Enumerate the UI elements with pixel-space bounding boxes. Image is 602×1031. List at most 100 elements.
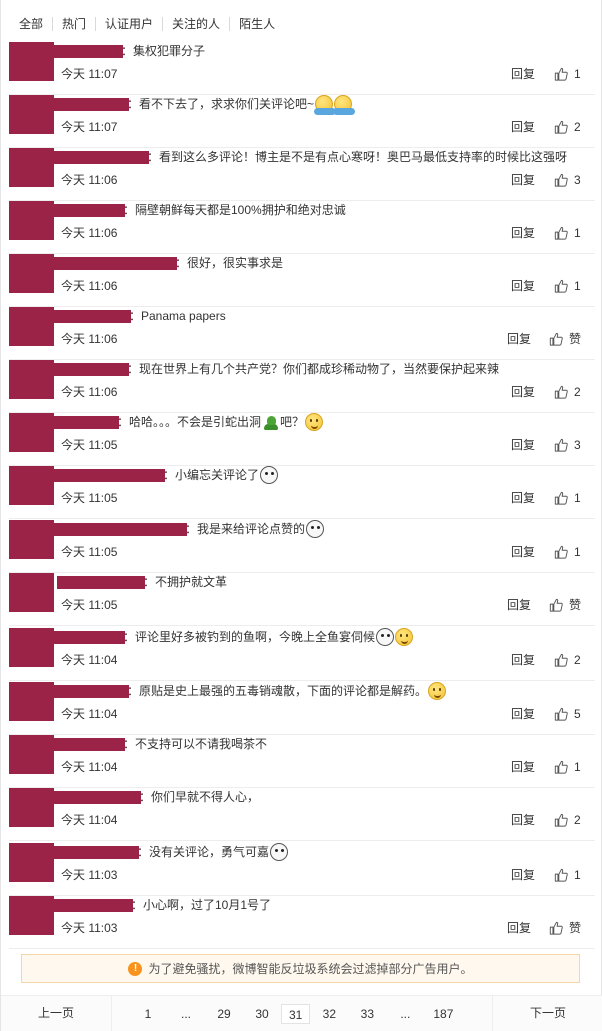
like-button[interactable]: 3 <box>554 172 581 188</box>
username-redacted[interactable] <box>53 685 129 698</box>
like-button[interactable]: 2 <box>554 812 581 828</box>
prev-page-button[interactable]: 上一页 <box>1 996 112 1031</box>
like-count: 1 <box>574 67 581 81</box>
avatar[interactable] <box>9 201 54 240</box>
like-button[interactable]: 赞 <box>549 920 581 936</box>
avatar[interactable] <box>9 682 54 721</box>
username-redacted[interactable] <box>53 738 125 751</box>
reply-button[interactable]: 回复 <box>511 278 535 294</box>
name-separator: ： <box>139 790 152 804</box>
tab-following[interactable]: 关注的人 <box>162 17 229 31</box>
doge-emoji <box>306 520 325 538</box>
reply-button[interactable]: 回复 <box>507 597 531 613</box>
avatar[interactable] <box>9 896 54 935</box>
avatar[interactable] <box>9 95 54 134</box>
reply-button[interactable]: 回复 <box>511 706 535 722</box>
avatar[interactable] <box>9 307 54 346</box>
warning-icon: ! <box>128 961 143 976</box>
like-button[interactable]: 3 <box>554 437 581 453</box>
page-link[interactable]: 1 <box>129 1004 167 1024</box>
avatar[interactable] <box>9 254 54 293</box>
like-button[interactable]: 1 <box>554 759 581 775</box>
page-link[interactable]: 29 <box>205 1004 243 1024</box>
like-button[interactable]: 5 <box>554 706 581 722</box>
reply-button[interactable]: 回复 <box>511 225 535 241</box>
like-button[interactable]: 1 <box>554 225 581 241</box>
username-redacted[interactable] <box>49 310 131 323</box>
comment-text: 隔壁朝鲜每天都是100%拥护和绝对忠诚 <box>135 201 346 219</box>
username-redacted[interactable] <box>53 151 149 164</box>
thumbs-up-icon <box>549 921 563 935</box>
username-redacted[interactable] <box>53 98 129 111</box>
like-button[interactable]: 1 <box>554 66 581 82</box>
reply-button[interactable]: 回复 <box>507 920 531 936</box>
page-link[interactable]: 30 <box>243 1004 281 1024</box>
name-separator: ： <box>127 97 140 111</box>
like-button[interactable]: 2 <box>554 652 581 668</box>
username-redacted[interactable] <box>53 363 129 376</box>
current-page: 31 <box>281 1004 311 1024</box>
avatar[interactable] <box>9 843 54 882</box>
reply-button[interactable]: 回复 <box>511 544 535 560</box>
like-count: 2 <box>574 813 581 827</box>
name-separator: ： <box>123 630 136 644</box>
comment-body: 不拥护就文革 <box>155 575 228 589</box>
name-separator: ： <box>185 522 198 536</box>
tab-all[interactable]: 全部 <box>19 17 52 31</box>
avatar[interactable] <box>9 360 54 399</box>
username-redacted[interactable] <box>53 523 187 536</box>
like-button[interactable]: 1 <box>554 278 581 294</box>
name-separator: ： <box>175 256 188 270</box>
avatar[interactable] <box>9 520 54 559</box>
username-redacted[interactable] <box>53 846 139 859</box>
tab-strangers[interactable]: 陌生人 <box>229 17 284 31</box>
username-redacted[interactable] <box>53 257 177 270</box>
like-button[interactable]: 1 <box>554 867 581 883</box>
username-redacted[interactable] <box>57 576 145 589</box>
like-button[interactable]: 1 <box>554 544 581 560</box>
thumbs-up-icon <box>554 279 568 293</box>
reply-button[interactable]: 回复 <box>511 437 535 453</box>
like-button[interactable]: 1 <box>554 490 581 506</box>
tab-hot[interactable]: 热门 <box>52 17 95 31</box>
comment-text: Panama papers <box>141 307 226 325</box>
username-redacted[interactable] <box>53 791 141 804</box>
avatar[interactable] <box>9 413 54 452</box>
username-redacted[interactable] <box>53 416 119 429</box>
reply-button[interactable]: 回复 <box>511 490 535 506</box>
avatar[interactable] <box>9 735 54 774</box>
page-link[interactable]: 33 <box>348 1004 386 1024</box>
avatar[interactable] <box>9 466 54 505</box>
comment-timestamp: 今天 11:06 <box>61 173 118 187</box>
reply-button[interactable]: 回复 <box>511 119 535 135</box>
reply-button[interactable]: 回复 <box>511 172 535 188</box>
thumbs-up-icon <box>554 120 568 134</box>
reply-button[interactable]: 回复 <box>511 66 535 82</box>
avatar[interactable] <box>9 42 54 81</box>
like-button[interactable]: 2 <box>554 384 581 400</box>
next-page-button[interactable]: 下一页 <box>492 996 602 1031</box>
reply-button[interactable]: 回复 <box>511 812 535 828</box>
like-button[interactable]: 赞 <box>549 597 581 613</box>
reply-button[interactable]: 回复 <box>507 331 531 347</box>
avatar[interactable] <box>9 573 54 612</box>
avatar[interactable] <box>9 148 54 187</box>
username-redacted[interactable] <box>53 899 133 912</box>
avatar[interactable] <box>9 628 54 667</box>
like-button[interactable]: 2 <box>554 119 581 135</box>
reply-button[interactable]: 回复 <box>511 652 535 668</box>
reply-button[interactable]: 回复 <box>511 759 535 775</box>
username-redacted[interactable] <box>53 631 125 644</box>
reply-button[interactable]: 回复 <box>511 867 535 883</box>
username-redacted[interactable] <box>53 469 165 482</box>
page-link[interactable]: 187 <box>424 1004 462 1024</box>
comment-text: 现在世界上有几个共产党？你们都成珍稀动物了，当然要保护起来辣 <box>139 360 499 378</box>
notice-text: 为了避免骚扰，微博智能反垃圾系统会过滤掉部分广告用户。 <box>148 962 473 976</box>
like-button[interactable]: 赞 <box>549 331 581 347</box>
avatar[interactable] <box>9 788 54 827</box>
username-redacted[interactable] <box>53 45 123 58</box>
reply-button[interactable]: 回复 <box>511 384 535 400</box>
username-redacted[interactable] <box>53 204 125 217</box>
page-link[interactable]: 32 <box>310 1004 348 1024</box>
tab-verified[interactable]: 认证用户 <box>95 17 162 31</box>
